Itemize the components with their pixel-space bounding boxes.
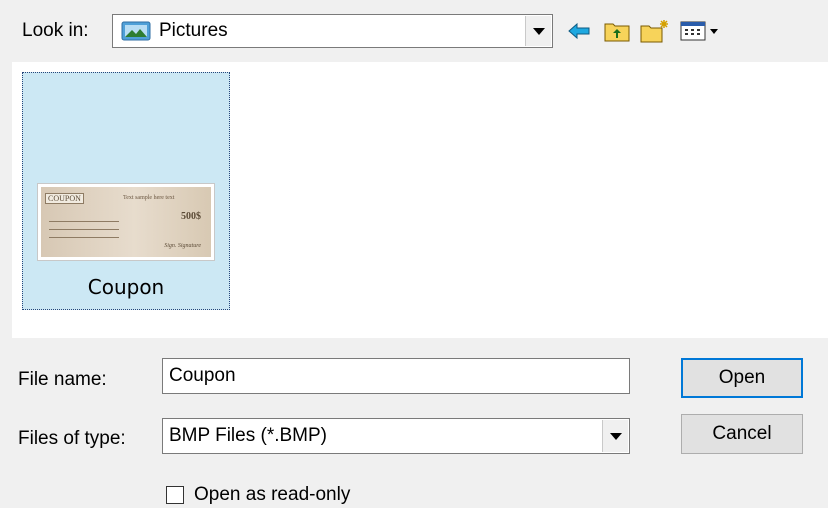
chevron-down-icon xyxy=(532,27,545,35)
new-folder-button[interactable] xyxy=(638,14,672,48)
coupon-image: COUPON Text sample here text 500$ Sign. … xyxy=(41,187,211,257)
cancel-button[interactable]: Cancel xyxy=(681,414,803,454)
up-one-level-button[interactable] xyxy=(600,14,634,48)
coupon-amount: 500$ xyxy=(181,211,201,222)
new-folder-icon xyxy=(640,20,668,43)
coupon-line xyxy=(49,229,119,230)
coupon-line xyxy=(49,237,119,238)
toolbar xyxy=(562,12,728,50)
look-in-label: Look in: xyxy=(22,20,89,41)
file-item-coupon[interactable]: COUPON Text sample here text 500$ Sign. … xyxy=(22,72,230,310)
file-item-label: Coupon xyxy=(87,275,165,299)
coupon-sample-text: Text sample here text xyxy=(123,195,175,201)
read-only-checkbox[interactable] xyxy=(166,486,184,504)
coupon-tag: COUPON xyxy=(45,193,84,204)
look-in-dropdown[interactable]: Pictures xyxy=(112,14,553,48)
file-name-input[interactable] xyxy=(162,358,630,394)
view-menu-button[interactable] xyxy=(676,14,724,48)
files-of-type-dropdown[interactable]: BMP Files (*.BMP) xyxy=(162,418,630,454)
coupon-thumbnail: COUPON Text sample here text 500$ Sign. … xyxy=(37,183,215,261)
file-list[interactable]: COUPON Text sample here text 500$ Sign. … xyxy=(12,62,828,338)
back-button[interactable] xyxy=(562,14,596,48)
chevron-down-icon xyxy=(609,432,622,440)
look-in-value: Pictures xyxy=(159,20,228,41)
view-menu-icon xyxy=(680,21,718,41)
files-of-type-dropdown-button[interactable] xyxy=(602,420,628,452)
pictures-folder-icon xyxy=(121,20,151,42)
open-as-read-only-option[interactable]: Open as read-only xyxy=(166,484,350,506)
file-name-label: File name: xyxy=(18,369,107,390)
back-icon xyxy=(568,22,590,40)
up-folder-icon xyxy=(604,23,630,42)
look-in-dropdown-button[interactable] xyxy=(525,16,551,46)
read-only-label: Open as read-only xyxy=(194,484,351,505)
open-button[interactable]: Open xyxy=(681,358,803,398)
files-of-type-value: BMP Files (*.BMP) xyxy=(169,425,328,446)
files-of-type-label: Files of type: xyxy=(18,428,126,449)
coupon-signature: Sign. Signature xyxy=(164,243,201,249)
coupon-line xyxy=(49,221,119,222)
